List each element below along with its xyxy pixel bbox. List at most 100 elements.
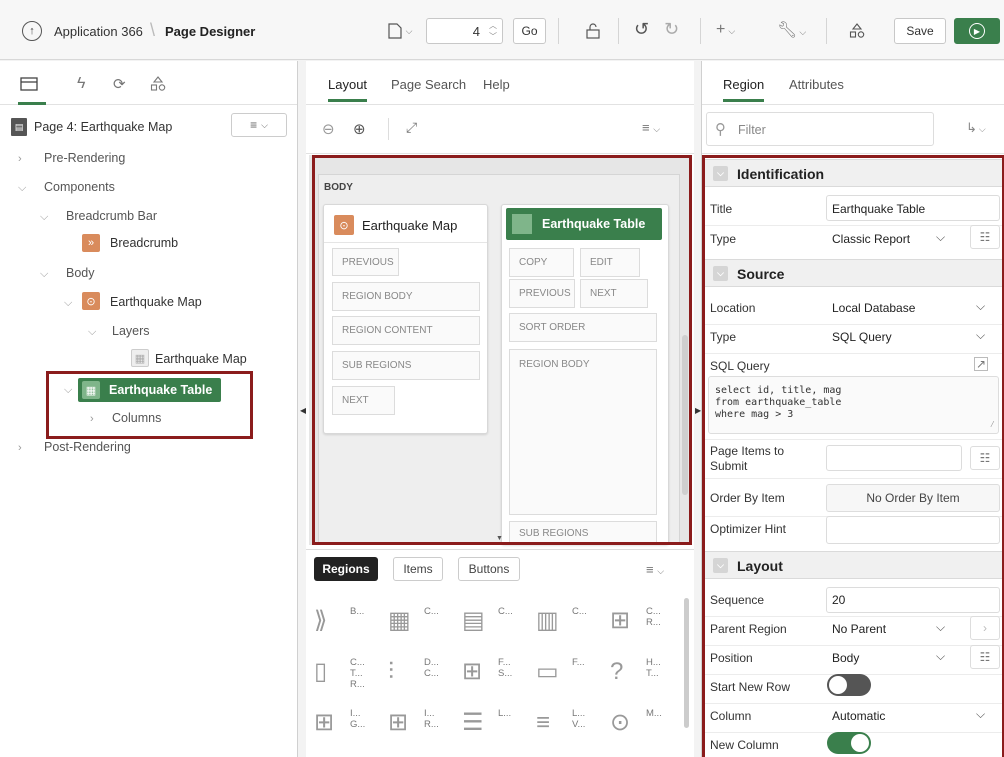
- position-value[interactable]: Body: [832, 651, 859, 665]
- sql-query-editor[interactable]: select id, title, mag from earthquake_ta…: [708, 376, 999, 434]
- earthquake-table-region[interactable]: Earthquake Table COPY EDIT PREVIOUS NEXT…: [501, 204, 669, 545]
- tree-layers[interactable]: Layers: [112, 324, 150, 338]
- tab-layout[interactable]: Layout: [328, 77, 368, 102]
- tree-components[interactable]: Components: [44, 180, 115, 194]
- gallery-menu-icon[interactable]: ≡ ⌵: [646, 562, 664, 577]
- tab-help[interactable]: Help: [483, 77, 510, 92]
- group-layout[interactable]: ⌵ Layout: [705, 551, 1004, 579]
- slot-sub-regions[interactable]: SUB REGIONS: [332, 351, 480, 380]
- tree-earthquake-map[interactable]: Earthquake Map: [110, 295, 202, 309]
- processing-icon[interactable]: ⟳: [113, 75, 126, 93]
- tree-breadcrumb-bar[interactable]: Breadcrumb Bar: [66, 209, 157, 223]
- slot-next[interactable]: NEXT: [332, 386, 395, 415]
- chevron-down-icon[interactable]: ⌵: [64, 384, 72, 397]
- new-column-toggle[interactable]: [827, 732, 871, 754]
- undo-icon[interactable]: ↺: [634, 19, 649, 40]
- chevron-right-icon[interactable]: ›: [90, 413, 94, 425]
- tree-layer-earthquake-map[interactable]: Earthquake Map: [155, 352, 247, 366]
- go-to-parent-button[interactable]: ›: [970, 616, 1000, 640]
- tab-region[interactable]: Region: [723, 77, 765, 102]
- tree-body[interactable]: Body: [66, 266, 95, 280]
- chevron-down-icon[interactable]: ⌵: [40, 268, 48, 281]
- gallery-item[interactable]: ⫶ D... C...: [388, 655, 460, 695]
- slot-previous[interactable]: PREVIOUS: [509, 279, 575, 308]
- shared-components-tab-icon[interactable]: [150, 76, 166, 95]
- group-source[interactable]: ⌵ Source: [705, 259, 1004, 287]
- page-items-field[interactable]: [826, 445, 962, 471]
- tab-page-search[interactable]: Page Search: [391, 77, 466, 92]
- tree-post-rendering[interactable]: Post-Rendering: [44, 440, 131, 454]
- gallery-item[interactable]: ? H... T...: [610, 655, 682, 695]
- dynamic-actions-icon[interactable]: ϟ: [77, 75, 85, 93]
- chevron-down-icon[interactable]: ⌵: [976, 328, 985, 343]
- chevron-down-icon[interactable]: ⌵: [40, 211, 48, 224]
- zoom-out-icon[interactable]: ⊖: [322, 120, 335, 138]
- slot-previous[interactable]: PREVIOUS: [332, 248, 399, 276]
- run-page-button[interactable]: ▶: [954, 18, 1000, 44]
- chevron-down-icon[interactable]: ⌵: [976, 299, 985, 314]
- list-values-button[interactable]: ☷: [970, 225, 1000, 249]
- gallery-item[interactable]: ≡ L... V...: [536, 706, 608, 746]
- order-by-button[interactable]: No Order By Item: [826, 484, 1000, 512]
- layout-menu-icon[interactable]: ≡ ⌵: [642, 120, 660, 135]
- scroll-down-icon[interactable]: ▼: [496, 535, 503, 542]
- slot-edit[interactable]: EDIT: [580, 248, 640, 277]
- rendering-tab[interactable]: [18, 73, 46, 105]
- canvas-scrollbar[interactable]: [682, 335, 688, 495]
- parent-region-value[interactable]: No Parent: [832, 622, 886, 636]
- go-button[interactable]: Go: [513, 18, 546, 44]
- tree-columns[interactable]: Columns: [112, 411, 161, 425]
- tab-buttons[interactable]: Buttons: [458, 557, 520, 581]
- tab-attributes[interactable]: Attributes: [789, 77, 844, 92]
- gallery-item[interactable]: ☰ L...: [462, 706, 534, 746]
- location-value[interactable]: Local Database: [832, 301, 915, 315]
- tree-menu-button[interactable]: ≡ ⌵: [231, 113, 287, 137]
- resize-handle-icon[interactable]: ⁄: [990, 419, 995, 431]
- chevron-down-icon[interactable]: ⌵: [936, 230, 945, 245]
- save-button[interactable]: Save: [894, 18, 946, 44]
- chevron-down-icon[interactable]: ⌵: [64, 297, 72, 310]
- column-value[interactable]: Automatic: [832, 709, 885, 723]
- application-link[interactable]: Application 366: [54, 24, 143, 39]
- page-selector-button[interactable]: ⌵: [378, 18, 422, 44]
- tree-earthquake-table-selected[interactable]: ▦ Earthquake Table: [78, 378, 221, 402]
- expand-editor-icon[interactable]: ↗: [974, 357, 988, 371]
- slot-copy[interactable]: COPY: [509, 248, 574, 277]
- gallery-item[interactable]: ▦ C...: [388, 604, 460, 644]
- tab-items[interactable]: Items: [393, 557, 443, 581]
- shared-components-icon[interactable]: [848, 22, 866, 40]
- chevron-down-icon[interactable]: ⌵: [976, 707, 985, 722]
- chevron-down-icon[interactable]: ⌵: [936, 620, 945, 635]
- gallery-item[interactable]: ⊞ I... G...: [314, 706, 386, 746]
- start-new-row-toggle[interactable]: [827, 674, 871, 696]
- tree-breadcrumb[interactable]: Breadcrumb: [110, 236, 178, 250]
- earthquake-map-region[interactable]: ⊙ Earthquake Map PREVIOUS REGION BODY RE…: [323, 204, 488, 434]
- page-number-field[interactable]: 4 ︿ ﹀: [426, 18, 503, 44]
- slot-region-body[interactable]: REGION BODY: [509, 349, 657, 515]
- optimizer-hint-field[interactable]: [826, 516, 1000, 544]
- slot-sort-order[interactable]: SORT ORDER: [509, 313, 657, 342]
- redo-icon[interactable]: ↻: [664, 19, 679, 40]
- chevron-right-icon[interactable]: ›: [18, 442, 22, 454]
- lock-icon[interactable]: [584, 23, 602, 39]
- gallery-item[interactable]: ▤ C...: [462, 604, 534, 644]
- go-to-group-icon[interactable]: ↳ ⌵: [966, 120, 986, 136]
- chevron-down-icon[interactable]: ⌵: [88, 326, 96, 339]
- gallery-item[interactable]: ▯ C... T... R...: [314, 655, 386, 695]
- gallery-item[interactable]: ▥ C...: [536, 604, 608, 644]
- utilities-wrench-icon[interactable]: 🔧︎ ⌵: [777, 20, 806, 40]
- gallery-item[interactable]: ⊙ M...: [610, 706, 682, 746]
- expand-icon[interactable]: ⤢: [406, 119, 417, 136]
- chevron-right-icon[interactable]: ›: [18, 153, 22, 165]
- tree-pre-rendering[interactable]: Pre-Rendering: [44, 151, 125, 165]
- filter-input[interactable]: ⚲ Filter: [706, 112, 934, 146]
- group-identification[interactable]: ⌵ Identification: [705, 159, 1004, 187]
- zoom-in-icon[interactable]: ⊕: [353, 120, 366, 138]
- list-values-button[interactable]: ☷: [970, 446, 1000, 470]
- chevron-down-icon[interactable]: ⌵: [18, 182, 26, 195]
- create-menu-icon[interactable]: + ⌵: [716, 21, 735, 39]
- slot-region-body[interactable]: REGION BODY: [332, 282, 480, 311]
- slot-next[interactable]: NEXT: [580, 279, 648, 308]
- slot-sub-regions[interactable]: SUB REGIONS: [509, 521, 657, 545]
- gallery-scrollbar[interactable]: [684, 598, 689, 728]
